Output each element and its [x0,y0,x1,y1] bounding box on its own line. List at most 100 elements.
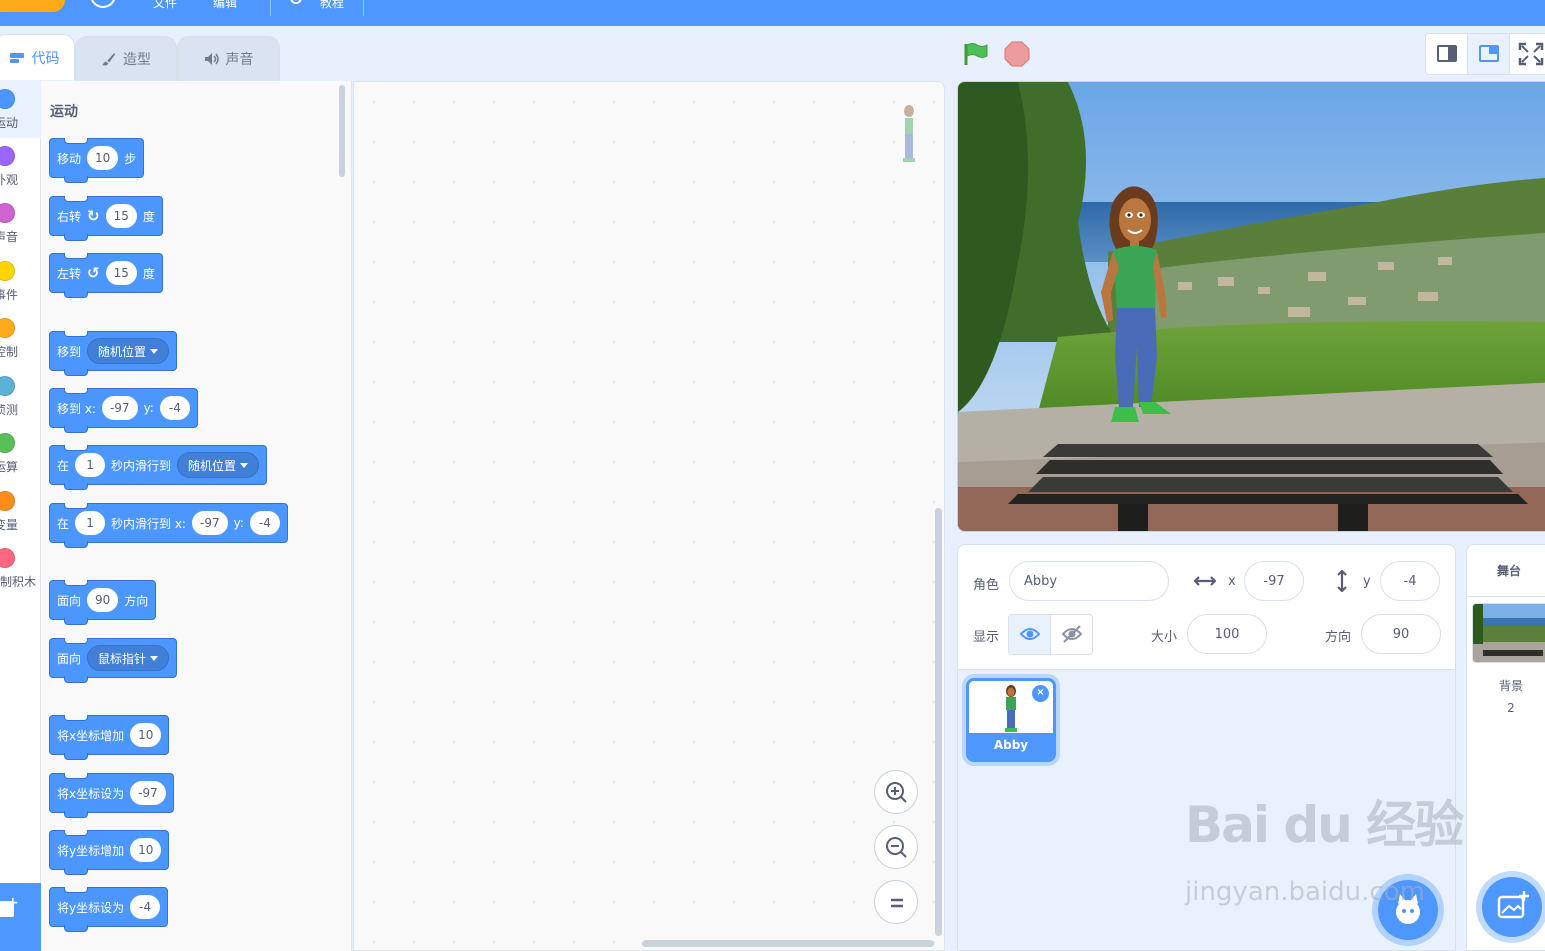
dropdown-value: 随机位置 [188,458,237,473]
stage-canvas[interactable] [957,81,1545,532]
block-goto[interactable]: 移到 随机位置 [49,331,178,376]
tab-sounds[interactable]: 声音 [177,36,280,81]
delete-sprite-button[interactable]: × [1032,685,1049,702]
stage-target-panel[interactable]: 舞台 背景 2 [1466,544,1545,951]
menu-bar: 文件 编辑 教程 [0,0,1545,26]
towards-target-dropdown[interactable]: 鼠标指针 [87,645,170,671]
category-looks[interactable]: 外观 [0,138,41,195]
tutorials-lightbulb-icon[interactable] [290,0,302,4]
block-point-direction[interactable]: 面向 90 方向 [49,580,157,625]
goto-target-dropdown[interactable]: 随机位置 [87,338,170,364]
set-y-input[interactable]: -4 [130,895,161,919]
change-y-input[interactable]: 10 [130,838,162,862]
sprite-name-input[interactable]: Abby [1009,561,1169,601]
block-text: 面向 [57,651,82,666]
menu-divider [363,0,364,16]
steps-input[interactable]: 10 [87,146,119,170]
fullscreen-button[interactable] [1510,34,1545,74]
category-label: 运算 [0,460,19,474]
eye-hidden-icon [1061,625,1083,643]
block-change-x[interactable]: 将x坐标增加 10 [49,715,170,760]
set-x-input[interactable]: -97 [130,781,166,805]
category-sound[interactable]: 声音 [0,195,41,252]
seconds-input[interactable]: 1 [75,511,106,535]
category-operators-dot [0,433,15,453]
block-text: 方向 [124,593,149,608]
hide-sprite-button[interactable] [1051,615,1092,654]
zoom-reset-button[interactable] [874,880,918,924]
eye-icon [1019,628,1041,640]
category-variables[interactable]: 变量 [0,483,41,540]
choose-backdrop-button[interactable] [1482,877,1542,937]
plus-icon: + [7,895,19,911]
degrees-input[interactable]: 15 [105,204,137,228]
category-my-blocks[interactable]: 自制积木 [0,540,41,597]
scratch-logo[interactable] [0,0,65,12]
block-glide-to[interactable]: 在 1 秒内滑行到 随机位置 [49,445,268,490]
size-input[interactable]: 100 [1187,614,1267,654]
category-sensing-dot [0,376,15,396]
block-glide-xy[interactable]: 在 1 秒内滑行到 x: -97 y: -4 [49,503,288,548]
category-motion-dot [0,89,15,109]
sprite-card-abby[interactable]: × Abby [966,678,1056,762]
zoom-in-button[interactable] [874,770,918,814]
stage-header: 舞台 [1467,545,1545,597]
tab-code[interactable]: 代码 [0,34,75,80]
y-input[interactable]: -4 [159,396,190,420]
category-my-blocks-dot [0,548,15,568]
y-position-input[interactable]: -4 [1380,561,1440,601]
block-change-y[interactable]: 将y坐标增加 10 [49,830,170,875]
menu-tutorials[interactable]: 教程 [320,0,344,11]
cat-face-icon [1396,894,1420,924]
category-motion[interactable]: 运动 [0,81,41,138]
block-turn-right[interactable]: 右转 ↻ 15 度 [49,196,163,241]
sprite-info-panel: 角色 Abby x -97 y -4 显示 大小 100 方向 90 [957,544,1456,670]
choose-sprite-button[interactable] [1378,880,1438,940]
green-flag-icon[interactable] [963,42,989,66]
direction-input[interactable]: 90 [87,588,119,612]
block-move-steps[interactable]: 移动 10 步 [49,138,145,183]
tab-code-label: 代码 [31,50,60,67]
block-goto-xy[interactable]: 移到 x: -97 y: -4 [49,388,198,433]
category-events[interactable]: 事件 [0,253,41,310]
palette-scrollbar[interactable] [339,85,345,177]
category-operators[interactable]: 运算 [0,425,41,482]
language-globe-icon[interactable] [90,0,116,8]
change-x-input[interactable]: 10 [130,723,162,747]
glide-target-dropdown[interactable]: 随机位置 [177,452,260,478]
tab-costumes[interactable]: 造型 [75,36,177,81]
script-workspace[interactable] [353,81,945,951]
x-input[interactable]: -97 [191,511,228,535]
block-set-x[interactable]: 将x坐标设为 -97 [49,773,174,818]
block-text: y: [143,401,154,415]
small-stage-button[interactable] [1426,34,1468,74]
category-label: 运动 [0,116,19,130]
block-text: 在 [57,458,70,473]
category-sensing[interactable]: 侦测 [0,368,41,425]
direction-input[interactable]: 90 [1361,614,1441,654]
block-turn-left[interactable]: 左转 ↺ 15 度 [49,253,163,298]
normal-stage-button[interactable] [1468,34,1510,74]
x-position-input[interactable]: -97 [1244,561,1304,601]
x-input[interactable]: -97 [101,396,138,420]
category-control[interactable]: 控制 [0,310,41,367]
menu-edit[interactable]: 编辑 [213,0,237,11]
abby-sprite[interactable] [1093,182,1183,442]
block-set-y[interactable]: 将y坐标设为 -4 [49,887,169,932]
workspace-vertical-scrollbar[interactable] [935,508,942,936]
menu-file[interactable]: 文件 [153,0,177,11]
degrees-input[interactable]: 15 [105,261,137,285]
seconds-input[interactable]: 1 [75,453,106,477]
block-point-towards[interactable]: 面向 鼠标指针 [49,638,178,683]
y-input[interactable]: -4 [249,511,280,535]
workspace-horizontal-scrollbar[interactable] [642,940,934,947]
block-text: 移到 [57,344,82,359]
category-events-dot [0,261,15,281]
tab-costumes-label: 造型 [123,52,151,68]
zoom-out-button[interactable] [874,825,918,869]
stop-icon[interactable] [1004,41,1030,67]
add-extension-button[interactable]: + [0,883,41,951]
brush-icon [102,52,116,66]
show-sprite-button[interactable] [1009,615,1051,654]
block-text: 在 [57,516,70,531]
